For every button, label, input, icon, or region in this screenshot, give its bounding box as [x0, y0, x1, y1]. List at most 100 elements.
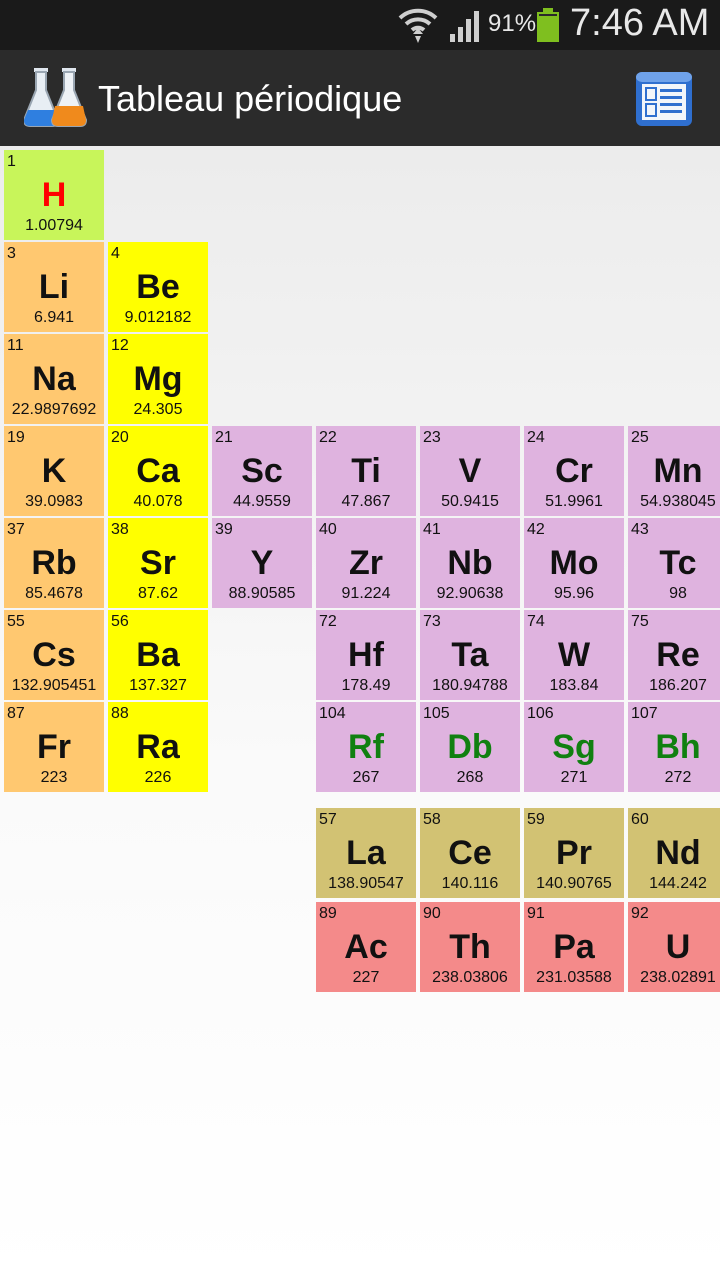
atomic-number: 11: [7, 337, 24, 354]
element-symbol: Ti: [351, 452, 381, 490]
atomic-number: 56: [111, 613, 129, 630]
element-symbol: Mo: [549, 544, 599, 582]
atomic-mass: 88.90585: [228, 585, 296, 602]
element-cell-pa[interactable]: 91 Pa 231.03588: [524, 902, 624, 992]
element-symbol: Ce: [448, 834, 492, 872]
atomic-mass: 180.94788: [432, 677, 508, 694]
element-symbol: Sc: [241, 452, 283, 490]
element-symbol: Cr: [555, 452, 593, 490]
atomic-mass: 137.327: [129, 677, 187, 694]
atomic-mass: 40.078: [133, 493, 183, 510]
periodic-table: 1 H 1.00794 3 Li 6.941 4 Be 9.012182 11 Na 22.98976…: [0, 146, 720, 1280]
element-symbol: H: [41, 176, 67, 214]
element-cell-ra[interactable]: 88 Ra 226: [108, 702, 208, 792]
atomic-mass: 238.02891: [640, 969, 716, 986]
app-title: Tableau périodique: [98, 78, 403, 119]
atomic-mass: 178.49: [341, 677, 391, 694]
element-cell-ti[interactable]: 22 Ti 47.867: [316, 426, 416, 516]
element-cell-v[interactable]: 23 V 50.9415: [420, 426, 520, 516]
element-cell-hf[interactable]: 72 Hf 178.49: [316, 610, 416, 700]
element-cell-th[interactable]: 90 Th 238.03806: [420, 902, 520, 992]
atomic-number: 41: [423, 521, 441, 538]
element-symbol: U: [665, 928, 691, 966]
element-symbol: Ba: [136, 636, 180, 674]
clock: 7:46 AM: [570, 2, 710, 44]
element-cell-ac[interactable]: 89 Ac 227: [316, 902, 416, 992]
element-cell-mn[interactable]: 25 Mn 54.938045: [628, 426, 720, 516]
element-cell-ce[interactable]: 58 Ce 140.116: [420, 808, 520, 898]
element-symbol: Th: [449, 928, 491, 966]
atomic-number: 89: [319, 905, 337, 922]
element-cell-rf[interactable]: 104 Rf 267: [316, 702, 416, 792]
atomic-mass: 226: [144, 769, 172, 786]
atomic-number: 75: [631, 613, 649, 630]
element-cell-w[interactable]: 74 W 183.84: [524, 610, 624, 700]
element-cell-nd[interactable]: 60 Nd 144.242: [628, 808, 720, 898]
atomic-mass: 267: [352, 769, 380, 786]
atomic-mass: 268: [456, 769, 484, 786]
element-cell-k[interactable]: 19 K 39.0983: [4, 426, 104, 516]
element-cell-cr[interactable]: 24 Cr 51.9961: [524, 426, 624, 516]
element-symbol: Tc: [659, 544, 697, 582]
element-cell-na[interactable]: 11 Na 22.9897692: [4, 334, 104, 424]
element-cell-li[interactable]: 3 Li 6.941: [4, 242, 104, 332]
element-symbol: Be: [136, 268, 180, 306]
element-cell-mg[interactable]: 12 Mg 24.305: [108, 334, 208, 424]
element-cell-rb[interactable]: 37 Rb 85.4678: [4, 518, 104, 608]
element-cell-re[interactable]: 75 Re 186.207: [628, 610, 720, 700]
element-cell-u[interactable]: 92 U 238.02891: [628, 902, 720, 992]
element-symbol: Mn: [653, 452, 703, 490]
element-cell-mo[interactable]: 42 Mo 95.96: [524, 518, 624, 608]
atomic-mass: 138.90547: [328, 875, 404, 892]
element-cell-pr[interactable]: 59 Pr 140.90765: [524, 808, 624, 898]
atomic-mass: 271: [560, 769, 588, 786]
element-symbol: Pa: [553, 928, 595, 966]
element-symbol: Ra: [136, 728, 180, 766]
battery-percent: 91%: [488, 10, 537, 37]
atomic-mass: 98: [669, 585, 687, 602]
flasks-icon[interactable]: [24, 66, 88, 130]
element-cell-nb[interactable]: 41 Nb 92.90638: [420, 518, 520, 608]
element-cell-la[interactable]: 57 La 138.90547: [316, 808, 416, 898]
element-cell-ta[interactable]: 73 Ta 180.94788: [420, 610, 520, 700]
element-cell-cs[interactable]: 55 Cs 132.905451: [4, 610, 104, 700]
element-symbol: Nd: [655, 834, 701, 872]
element-cell-y[interactable]: 39 Y 88.90585: [212, 518, 312, 608]
element-cell-sc[interactable]: 21 Sc 44.9559: [212, 426, 312, 516]
element-symbol: Pr: [556, 834, 592, 872]
element-cell-sr[interactable]: 38 Sr 87.62: [108, 518, 208, 608]
atomic-mass: 223: [40, 769, 68, 786]
atomic-number: 87: [7, 705, 25, 722]
element-cell-ba[interactable]: 56 Ba 137.327: [108, 610, 208, 700]
element-cell-be[interactable]: 4 Be 9.012182: [108, 242, 208, 332]
element-cell-h[interactable]: 1 H 1.00794: [4, 150, 104, 240]
element-cell-fr[interactable]: 87 Fr 223: [4, 702, 104, 792]
element-symbol: Nb: [447, 544, 493, 582]
element-cell-ca[interactable]: 20 Ca 40.078: [108, 426, 208, 516]
element-symbol: Sr: [140, 544, 176, 582]
atomic-number: 91: [527, 905, 545, 922]
atomic-number: 43: [631, 521, 649, 538]
atomic-number: 60: [631, 811, 649, 828]
atomic-number: 104: [319, 705, 346, 722]
atomic-mass: 95.96: [553, 585, 595, 602]
element-cell-tc[interactable]: 43 Tc 98: [628, 518, 720, 608]
atomic-number: 20: [111, 429, 129, 446]
element-cell-db[interactable]: 105 Db 268: [420, 702, 520, 792]
atomic-mass: 47.867: [341, 493, 391, 510]
element-cell-zr[interactable]: 40 Zr 91.224: [316, 518, 416, 608]
list-view-icon[interactable]: [634, 70, 694, 128]
action-bar: Tableau périodique: [0, 50, 720, 146]
atomic-mass: 87.62: [137, 585, 179, 602]
atomic-mass: 54.938045: [640, 493, 716, 510]
element-symbol: La: [346, 834, 386, 872]
element-cell-sg[interactable]: 106 Sg 271: [524, 702, 624, 792]
element-symbol: Db: [447, 728, 493, 766]
wifi-icon: [398, 8, 438, 43]
element-symbol: Rf: [348, 728, 384, 766]
atomic-mass: 238.03806: [432, 969, 508, 986]
atomic-number: 21: [215, 429, 233, 446]
atomic-mass: 91.224: [341, 585, 391, 602]
element-symbol: Ac: [344, 928, 388, 966]
element-cell-bh[interactable]: 107 Bh 272: [628, 702, 720, 792]
